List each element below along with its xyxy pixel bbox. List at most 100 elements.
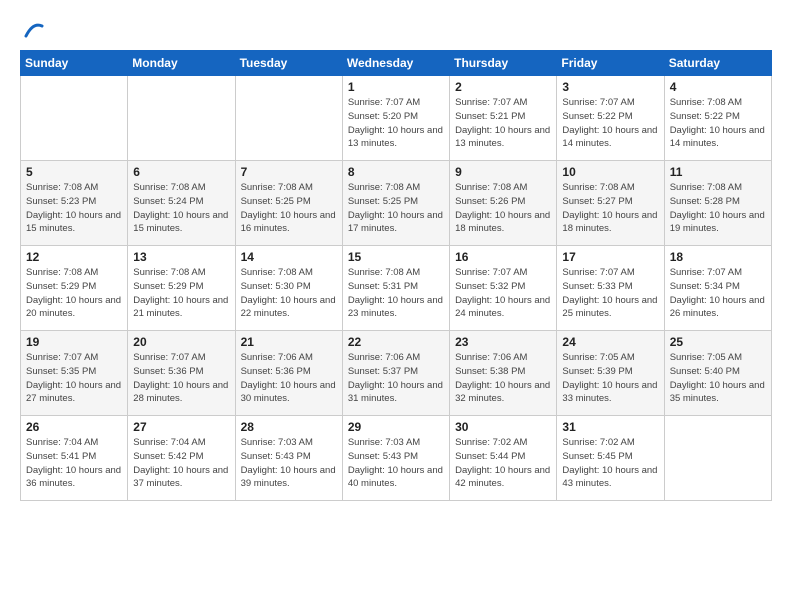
day-number: 23 [455,335,551,349]
day-number: 19 [26,335,122,349]
day-number: 20 [133,335,229,349]
day-cell: 11 Sunrise: 7:08 AM Sunset: 5:28 PM Dayli… [664,161,771,246]
day-info: Sunrise: 7:07 AM Sunset: 5:35 PM Dayligh… [26,351,122,406]
day-number: 12 [26,250,122,264]
day-cell: 25 Sunrise: 7:05 AM Sunset: 5:40 PM Dayli… [664,331,771,416]
day-cell: 17 Sunrise: 7:07 AM Sunset: 5:33 PM Dayli… [557,246,664,331]
day-info: Sunrise: 7:07 AM Sunset: 5:36 PM Dayligh… [133,351,229,406]
day-number: 21 [241,335,337,349]
day-number: 7 [241,165,337,179]
day-cell: 19 Sunrise: 7:07 AM Sunset: 5:35 PM Dayli… [21,331,128,416]
day-cell: 20 Sunrise: 7:07 AM Sunset: 5:36 PM Dayli… [128,331,235,416]
day-cell [21,76,128,161]
day-number: 28 [241,420,337,434]
day-cell: 4 Sunrise: 7:08 AM Sunset: 5:22 PM Daylig… [664,76,771,161]
day-cell: 6Sunrise: 7:08 AM Sunset: 5:24 PM Daylig… [128,161,235,246]
week-row-1: 1 Sunrise: 7:07 AM Sunset: 5:20 PM Daylig… [21,76,772,161]
day-cell: 9 Sunrise: 7:08 AM Sunset: 5:26 PM Daylig… [450,161,557,246]
day-info: Sunrise: 7:03 AM Sunset: 5:43 PM Dayligh… [241,436,337,491]
week-row-3: 12 Sunrise: 7:08 AM Sunset: 5:29 PM Dayli… [21,246,772,331]
day-cell: 23 Sunrise: 7:06 AM Sunset: 5:38 PM Dayli… [450,331,557,416]
day-info: Sunrise: 7:07 AM Sunset: 5:21 PM Dayligh… [455,96,551,151]
day-cell: 30 Sunrise: 7:02 AM Sunset: 5:44 PM Dayli… [450,416,557,501]
col-header-sunday: Sunday [21,51,128,76]
day-cell: 22Sunrise: 7:06 AM Sunset: 5:37 PM Dayli… [342,331,449,416]
day-number: 30 [455,420,551,434]
day-info: Sunrise: 7:04 AM Sunset: 5:41 PM Dayligh… [26,436,122,491]
day-cell: 15 Sunrise: 7:08 AM Sunset: 5:31 PM Dayli… [342,246,449,331]
day-info: Sunrise: 7:07 AM Sunset: 5:33 PM Dayligh… [562,266,658,321]
day-info: Sunrise: 7:07 AM Sunset: 5:34 PM Dayligh… [670,266,766,321]
col-header-wednesday: Wednesday [342,51,449,76]
day-number: 16 [455,250,551,264]
day-cell: 18 Sunrise: 7:07 AM Sunset: 5:34 PM Dayli… [664,246,771,331]
day-cell: 21 Sunrise: 7:06 AM Sunset: 5:36 PM Dayli… [235,331,342,416]
day-number: 1 [348,80,444,94]
day-info: Sunrise: 7:07 AM Sunset: 5:32 PM Dayligh… [455,266,551,321]
col-header-friday: Friday [557,51,664,76]
day-info: Sunrise: 7:08 AM Sunset: 5:27 PM Dayligh… [562,181,658,236]
page: SundayMondayTuesdayWednesdayThursdayFrid… [0,0,792,612]
day-number: 4 [670,80,766,94]
day-number: 5 [26,165,122,179]
day-info: Sunrise: 7:06 AM Sunset: 5:38 PM Dayligh… [455,351,551,406]
day-number: 25 [670,335,766,349]
day-cell: 12 Sunrise: 7:08 AM Sunset: 5:29 PM Dayli… [21,246,128,331]
day-info: Sunrise: 7:06 AM Sunset: 5:36 PM Dayligh… [241,351,337,406]
day-info: Sunrise: 7:08 AM Sunset: 5:30 PM Dayligh… [241,266,337,321]
day-cell: 31Sunrise: 7:02 AM Sunset: 5:45 PM Dayli… [557,416,664,501]
day-info: Sunrise: 7:08 AM Sunset: 5:29 PM Dayligh… [26,266,122,321]
day-cell: 28 Sunrise: 7:03 AM Sunset: 5:43 PM Dayli… [235,416,342,501]
day-cell: 5Sunrise: 7:08 AM Sunset: 5:23 PM Daylig… [21,161,128,246]
day-cell: 14 Sunrise: 7:08 AM Sunset: 5:30 PM Dayli… [235,246,342,331]
day-info: Sunrise: 7:03 AM Sunset: 5:43 PM Dayligh… [348,436,444,491]
day-info: Sunrise: 7:08 AM Sunset: 5:25 PM Dayligh… [348,181,444,236]
day-cell: 24 Sunrise: 7:05 AM Sunset: 5:39 PM Dayli… [557,331,664,416]
day-number: 10 [562,165,658,179]
day-info: Sunrise: 7:05 AM Sunset: 5:39 PM Dayligh… [562,351,658,406]
day-number: 18 [670,250,766,264]
day-number: 17 [562,250,658,264]
day-cell: 7 Sunrise: 7:08 AM Sunset: 5:25 PM Daylig… [235,161,342,246]
day-number: 29 [348,420,444,434]
day-number: 15 [348,250,444,264]
day-info: Sunrise: 7:04 AM Sunset: 5:42 PM Dayligh… [133,436,229,491]
header-row: SundayMondayTuesdayWednesdayThursdayFrid… [21,51,772,76]
day-number: 26 [26,420,122,434]
day-info: Sunrise: 7:08 AM Sunset: 5:25 PM Dayligh… [241,181,337,236]
day-cell: 13Sunrise: 7:08 AM Sunset: 5:29 PM Dayli… [128,246,235,331]
day-info: Sunrise: 7:08 AM Sunset: 5:26 PM Dayligh… [455,181,551,236]
logo-icon [22,18,44,40]
week-row-4: 19 Sunrise: 7:07 AM Sunset: 5:35 PM Dayli… [21,331,772,416]
day-number: 9 [455,165,551,179]
day-info: Sunrise: 7:05 AM Sunset: 5:40 PM Dayligh… [670,351,766,406]
day-info: Sunrise: 7:08 AM Sunset: 5:31 PM Dayligh… [348,266,444,321]
day-info: Sunrise: 7:08 AM Sunset: 5:22 PM Dayligh… [670,96,766,151]
day-cell: 8 Sunrise: 7:08 AM Sunset: 5:25 PM Daylig… [342,161,449,246]
day-info: Sunrise: 7:07 AM Sunset: 5:20 PM Dayligh… [348,96,444,151]
day-cell: 1 Sunrise: 7:07 AM Sunset: 5:20 PM Daylig… [342,76,449,161]
day-number: 14 [241,250,337,264]
day-cell: 3 Sunrise: 7:07 AM Sunset: 5:22 PM Daylig… [557,76,664,161]
week-row-2: 5Sunrise: 7:08 AM Sunset: 5:23 PM Daylig… [21,161,772,246]
day-number: 11 [670,165,766,179]
header [20,18,772,40]
day-info: Sunrise: 7:02 AM Sunset: 5:44 PM Dayligh… [455,436,551,491]
day-number: 27 [133,420,229,434]
day-number: 6 [133,165,229,179]
day-info: Sunrise: 7:08 AM Sunset: 5:29 PM Dayligh… [133,266,229,321]
day-info: Sunrise: 7:08 AM Sunset: 5:28 PM Dayligh… [670,181,766,236]
day-number: 31 [562,420,658,434]
day-info: Sunrise: 7:07 AM Sunset: 5:22 PM Dayligh… [562,96,658,151]
week-row-5: 26 Sunrise: 7:04 AM Sunset: 5:41 PM Dayli… [21,416,772,501]
day-number: 8 [348,165,444,179]
col-header-thursday: Thursday [450,51,557,76]
day-cell [664,416,771,501]
col-header-monday: Monday [128,51,235,76]
calendar-table: SundayMondayTuesdayWednesdayThursdayFrid… [20,50,772,501]
day-cell: 2Sunrise: 7:07 AM Sunset: 5:21 PM Daylig… [450,76,557,161]
day-number: 3 [562,80,658,94]
day-cell: 16 Sunrise: 7:07 AM Sunset: 5:32 PM Dayli… [450,246,557,331]
day-cell: 27 Sunrise: 7:04 AM Sunset: 5:42 PM Dayli… [128,416,235,501]
day-number: 24 [562,335,658,349]
